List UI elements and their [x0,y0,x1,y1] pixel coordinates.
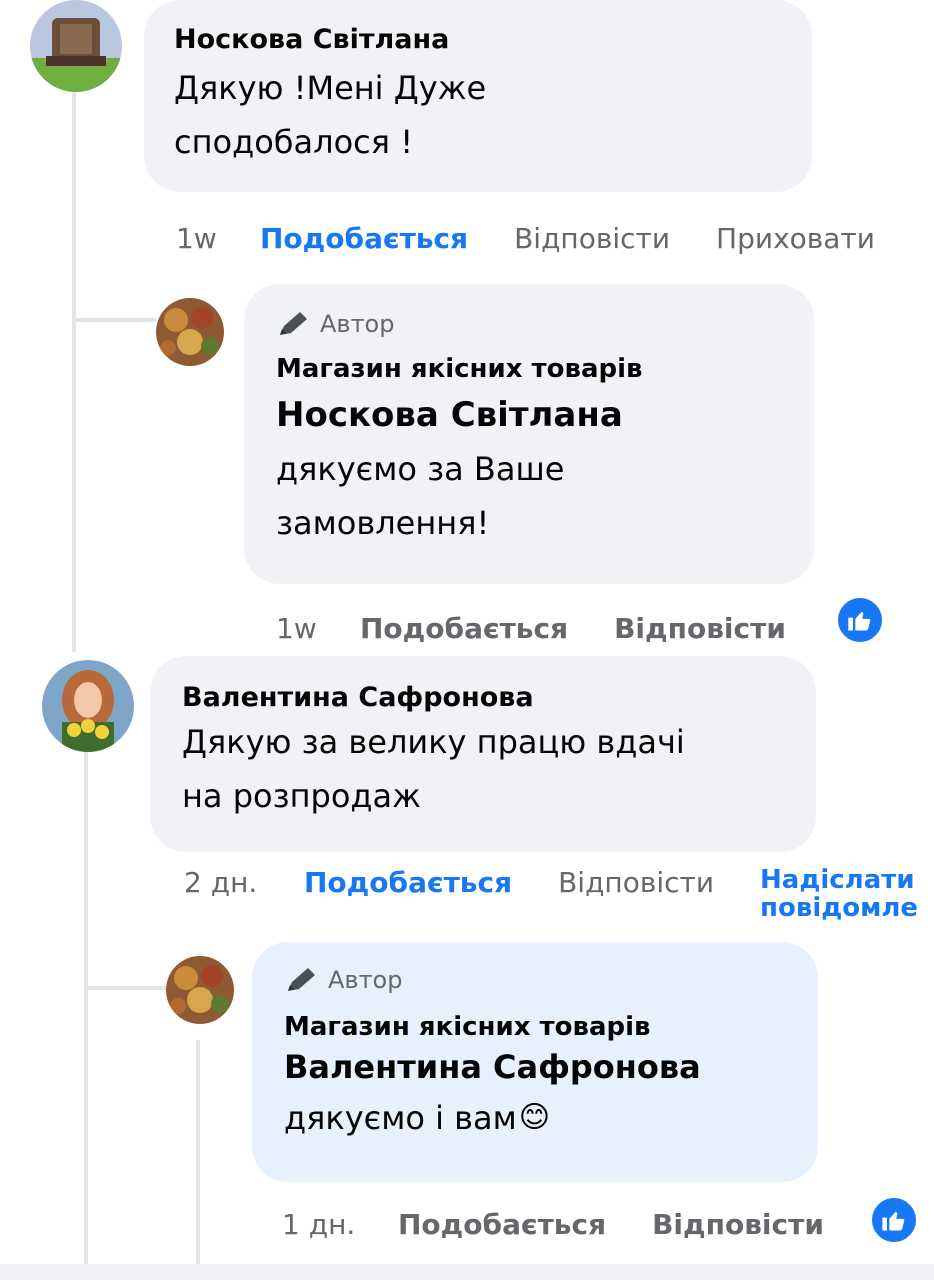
like-reaction-icon[interactable] [834,594,886,646]
send-message-button[interactable]: Надіслати повідомле [760,866,918,922]
smiling-emoji-icon: 😊 [518,1100,551,1135]
reply-author[interactable]: Магазин якісних товарів [276,354,782,384]
author-badge: Автор [276,306,782,342]
page-avatar[interactable] [166,956,234,1024]
thread-connector [84,986,166,990]
mention-link[interactable]: Носкова Світлана [276,388,782,442]
like-button[interactable]: Подобається [304,866,512,899]
avatar[interactable] [30,0,122,92]
thread-connector [72,318,156,322]
reply-bubble: Автор Магазин якісних товарів Валентина … [252,942,818,1182]
reply-button[interactable]: Відповісти [652,1208,824,1241]
page-avatar[interactable] [156,298,224,366]
reply-button[interactable]: Відповісти [514,222,670,255]
comment-text: Дякую за велику працю вдачі [182,723,685,761]
avatar-image [156,298,224,366]
like-button[interactable]: Подобається [360,612,568,645]
reply-text: дякуємо і вам [284,1099,517,1137]
comment-time[interactable]: 1w [176,222,260,255]
bottom-divider [0,1264,934,1280]
author-badge-label: Автор [320,310,395,338]
comment-bubble: Валентина Сафронова Дякую за велику прац… [150,656,816,852]
avatar-image [42,660,134,752]
comment-text: Дякую !Мені Дуже [174,69,487,107]
avatar-image [30,0,122,92]
thread-line [84,752,88,1280]
comment-text: на розпродаж [182,777,421,815]
comment-author[interactable]: Носкова Світлана [174,24,782,55]
reply-text: дякуємо за Ваше [276,450,565,488]
reply-author[interactable]: Магазин якісних товарів [284,1012,786,1042]
author-badge-label: Автор [328,966,403,994]
pen-icon [280,312,307,335]
comment-time[interactable]: 2 дн. [184,866,304,899]
pen-icon [288,968,315,991]
avatar[interactable] [42,660,134,752]
reply-actions: 1 дн. Подобається Відповісти [282,1208,824,1241]
reply-actions: 1w Подобається Відповісти [276,612,786,645]
reply-text-row: дякуємо і вам 😊 [284,1092,786,1144]
reply-button[interactable]: Відповісти [614,612,786,645]
thread-line [72,92,76,652]
send-message-label: повідомле [760,893,919,923]
thumbs-up-icon [882,1211,905,1231]
reply-time[interactable]: 1 дн. [282,1208,398,1241]
reply-text: замовлення! [276,504,490,542]
reply-time[interactable]: 1w [276,612,360,645]
comment-actions: 2 дн. Подобається Відповісти Надіслати п… [184,866,918,922]
comment-text: сподобалося ! [174,123,414,161]
like-reaction-icon[interactable] [868,1194,920,1246]
like-button[interactable]: Подобається [260,222,468,255]
mention-link[interactable]: Валентина Сафронова [284,1042,786,1092]
thread-line [196,1040,200,1280]
send-message-label: Надіслати [760,865,915,895]
avatar-image [166,956,234,1024]
comment-actions: 1w Подобається Відповісти Приховати [176,222,875,255]
author-badge: Автор [284,962,786,998]
comment-bubble: Носкова Світлана Дякую !Мені Дуже сподоб… [144,0,812,192]
thumbs-up-icon [848,611,871,631]
comment-author[interactable]: Валентина Сафронова [182,682,784,713]
hide-button[interactable]: Приховати [716,222,875,255]
reply-button[interactable]: Відповісти [558,866,714,899]
reply-bubble: Автор Магазин якісних товарів Носкова Св… [244,284,814,584]
like-button[interactable]: Подобається [398,1208,606,1241]
